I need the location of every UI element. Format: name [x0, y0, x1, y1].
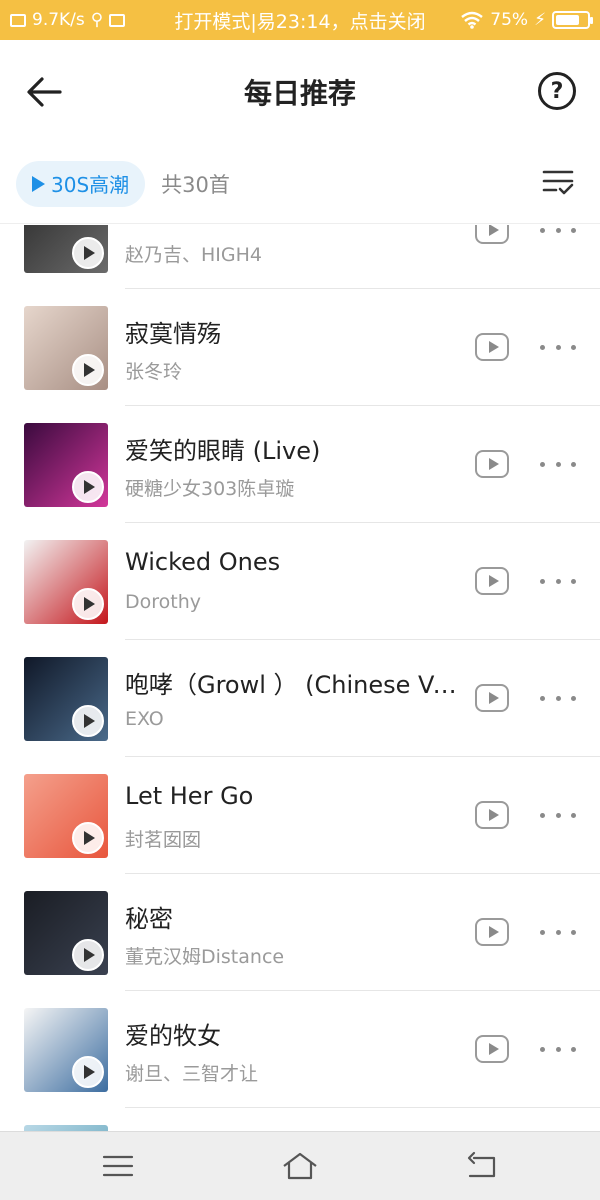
- song-artist: 赵乃吉、HIGH4: [125, 244, 262, 266]
- dot: [571, 812, 576, 818]
- dot: [571, 929, 576, 935]
- home-icon[interactable]: [282, 1150, 318, 1182]
- more-options-icon[interactable]: [540, 922, 576, 942]
- song-artist: 硬糖少女303陈卓璇: [125, 478, 295, 500]
- dot: [540, 929, 545, 935]
- play-icon: [32, 175, 45, 192]
- album-cover[interactable]: [24, 774, 108, 858]
- list-toolbar: 30S高潮 共30首: [0, 144, 600, 224]
- album-cover[interactable]: [24, 891, 108, 975]
- dot: [555, 1046, 561, 1052]
- battery-fill: [556, 15, 579, 25]
- song-row[interactable]: Let Her Go 封茗囡囡: [0, 757, 600, 874]
- dot: [540, 461, 545, 467]
- dot: [571, 344, 576, 350]
- video-play-icon[interactable]: [475, 333, 509, 361]
- question-circle-icon[interactable]: ?: [538, 72, 576, 110]
- album-cover[interactable]: [24, 225, 108, 273]
- status-center-text[interactable]: 打开模式|易23:14，点击关闭: [0, 7, 600, 34]
- video-play-icon[interactable]: [475, 1035, 509, 1063]
- dot: [555, 578, 561, 584]
- more-options-icon[interactable]: [540, 225, 576, 240]
- dot: [555, 695, 561, 701]
- page-title: 每日推荐: [243, 77, 356, 110]
- song-title: Wicked Ones: [125, 548, 281, 576]
- play-circle-icon[interactable]: [72, 705, 104, 737]
- video-play-icon[interactable]: [475, 225, 509, 244]
- status-bar: 9.7K/s ⚲ 打开模式|易23:14，点击关闭 75% ⚡: [0, 0, 600, 40]
- dot: [571, 1046, 576, 1052]
- song-row[interactable]: Wicked Ones Dorothy: [0, 523, 600, 640]
- song-row[interactable]: 爱笑的眼睛 (Live) 硬糖少女303陈卓璇: [0, 406, 600, 523]
- video-play-icon[interactable]: [475, 918, 509, 946]
- song-artist: EXO: [125, 708, 164, 730]
- play-circle-icon[interactable]: [72, 588, 104, 620]
- more-options-icon[interactable]: [540, 1039, 576, 1059]
- video-play-icon[interactable]: [475, 801, 509, 829]
- dot: [540, 812, 545, 818]
- song-row[interactable]: 寂寞情殇 张冬玲: [0, 289, 600, 406]
- dot: [555, 344, 561, 350]
- dot: [555, 812, 561, 818]
- play-circle-icon[interactable]: [72, 1056, 104, 1088]
- play-circle-icon[interactable]: [72, 822, 104, 854]
- more-options-icon[interactable]: [540, 337, 576, 357]
- more-options-icon[interactable]: [540, 454, 576, 474]
- song-artist: 张冬玲: [125, 361, 183, 383]
- arrow-left-icon[interactable]: [24, 74, 64, 110]
- album-cover[interactable]: [24, 540, 108, 624]
- play-circle-icon[interactable]: [72, 237, 104, 269]
- dot: [571, 461, 576, 467]
- dot: [540, 578, 545, 584]
- song-artist: 董克汉姆Distance: [125, 946, 285, 968]
- song-row[interactable]: [0, 1108, 600, 1131]
- dot: [540, 344, 545, 350]
- chip-label: 30S高潮: [51, 173, 130, 197]
- battery-icon: [552, 11, 593, 29]
- album-cover[interactable]: [24, 306, 108, 390]
- song-count: 共30首: [161, 172, 230, 197]
- album-cover[interactable]: [24, 423, 108, 507]
- dot: [571, 695, 576, 701]
- song-artist: Dorothy: [125, 591, 202, 613]
- song-title: 咆哮（Growl ） (Chinese Version): [125, 671, 460, 699]
- song-title: 秘密: [125, 905, 173, 933]
- video-play-icon[interactable]: [475, 567, 509, 595]
- highlight-30s-button[interactable]: 30S高潮: [16, 160, 146, 207]
- song-title: 寂寞情殇: [125, 320, 221, 348]
- dot: [555, 929, 561, 935]
- song-row[interactable]: 咆哮（Growl ） (Chinese Version) EXO: [0, 640, 600, 757]
- play-circle-icon[interactable]: [72, 939, 104, 971]
- dot: [540, 227, 545, 233]
- play-circle-icon[interactable]: [72, 471, 104, 503]
- more-options-icon[interactable]: [540, 688, 576, 708]
- dot: [540, 695, 545, 701]
- more-options-icon[interactable]: [540, 571, 576, 591]
- sort-list-icon[interactable]: [540, 164, 576, 200]
- dot: [540, 1046, 545, 1052]
- song-row[interactable]: 赵乃吉、HIGH4: [0, 225, 600, 289]
- video-play-icon[interactable]: [475, 684, 509, 712]
- song-title: 爱的牧女: [125, 1022, 221, 1050]
- dot: [571, 227, 576, 233]
- dot: [555, 461, 561, 467]
- song-row[interactable]: 爱的牧女谢旦、三智才让: [0, 991, 600, 1108]
- return-icon[interactable]: [464, 1150, 500, 1182]
- play-circle-icon[interactable]: [72, 354, 104, 386]
- menu-icon[interactable]: [100, 1150, 136, 1182]
- album-cover[interactable]: [24, 657, 108, 741]
- header: 每日推荐 ?: [0, 40, 600, 144]
- song-title: Let Her Go: [125, 782, 254, 810]
- song-row[interactable]: 秘密董克汉姆Distance: [0, 874, 600, 991]
- song-artist: 封茗囡囡: [125, 829, 202, 851]
- dot: [555, 227, 561, 233]
- song-list: 赵乃吉、HIGH4 寂寞情殇张冬玲爱笑的眼睛 (Live) 硬糖少女303陈卓璇 Wi…: [0, 225, 600, 1131]
- video-play-icon[interactable]: [475, 450, 509, 478]
- more-options-icon[interactable]: [540, 805, 576, 825]
- dot: [571, 578, 576, 584]
- song-artist: 谢旦、三智才让: [125, 1063, 259, 1085]
- system-nav-bar: [0, 1131, 600, 1200]
- album-cover[interactable]: [24, 1008, 108, 1092]
- song-title: 爱笑的眼睛 (Live): [125, 437, 321, 465]
